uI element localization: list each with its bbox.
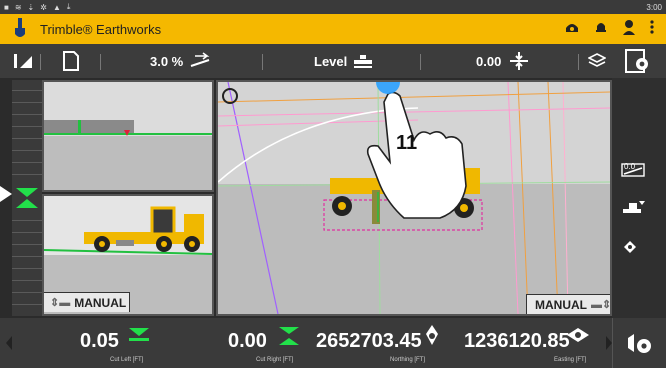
machine-icon[interactable] [564, 20, 580, 39]
back-view-panel[interactable] [42, 80, 214, 192]
layers-button[interactable] [588, 44, 606, 78]
notification-bell-icon[interactable] [594, 20, 608, 39]
slope-zero-value: 0.0 [624, 162, 636, 171]
wifi-icon: ≋ [14, 2, 22, 12]
more-menu-icon[interactable] [650, 19, 654, 39]
elevation-offset-button[interactable] [616, 228, 652, 264]
side-shift-icon [14, 54, 32, 68]
easting-value: 1236120.85 [464, 330, 570, 352]
operator-icon[interactable] [622, 19, 636, 40]
northing-readout: 2652703.45 Northing [FT] [312, 318, 448, 368]
gear-icon: ✲ [40, 2, 47, 12]
blade-icon [623, 201, 645, 213]
cross-slope-value: 3.0 % [150, 53, 184, 69]
side-view-panel[interactable]: ⇕▬ MANUAL [42, 194, 214, 316]
cut-left-indicator-icon [129, 328, 149, 341]
android-status-bar: ■ ≋ ⇣ ✲ ▲ ⤓ 3:00 [0, 0, 666, 14]
blade-offset-button[interactable] [616, 190, 652, 226]
level-label: Level [314, 53, 348, 69]
vertical-offset-control[interactable]: 0.00 [476, 44, 529, 78]
cut-right-readout: 0.00 Cut Right [FT] [220, 318, 320, 368]
back-view-scene [44, 120, 212, 136]
toolbar: 3.0 % Level 0.00 [0, 44, 666, 78]
warning-icon: ▲ [52, 2, 61, 12]
square-icon: ■ [4, 2, 9, 12]
northing-value: 2652703.45 [316, 330, 422, 352]
left-pointer-icon [0, 186, 12, 202]
refresh-view-icon[interactable] [222, 86, 242, 106]
app-title: Trimble® Earthworks [40, 21, 162, 37]
northing-label: Northing [FT] [390, 357, 426, 363]
panel-settings-icon [625, 49, 648, 73]
app-root: { "status_bar": { "time": "3:00" }, "tit… [0, 0, 666, 368]
easting-compass-icon [567, 328, 589, 342]
settings-panel-button[interactable] [622, 44, 652, 78]
vertical-offset-value: 0.00 [476, 53, 502, 69]
right-manual-tab[interactable]: MANUAL ▬⇕ [526, 294, 612, 314]
machine-settings-icon [628, 334, 651, 353]
title-bar: Trimble® Earthworks [0, 14, 666, 44]
auto-slope-button[interactable]: 0.0 [616, 152, 652, 188]
on-grade-chevron-icon [16, 188, 38, 208]
cut-left-value: 0.05 [80, 330, 119, 352]
right-manual-label: MANUAL [535, 297, 587, 312]
cross-slope-control[interactable]: 3.0 % [150, 44, 213, 78]
left-manual-tab[interactable]: ⇕▬ MANUAL [44, 292, 130, 312]
offset-arrows-icon [510, 52, 529, 70]
right-sidebar: 0.0 [612, 78, 666, 318]
scroll-left-icon[interactable] [6, 336, 12, 350]
plan-view-scene [218, 82, 610, 314]
clock: 3:00 [646, 2, 662, 12]
machine-settings-button[interactable] [624, 328, 654, 363]
left-blade-icon: ⇕▬ [50, 297, 71, 309]
design-file-button[interactable] [62, 44, 80, 78]
tap-marker-number: 11 [396, 132, 418, 154]
right-blade-icon: ▬⇕ [591, 299, 612, 311]
easting-label: Easting [FT] [554, 357, 587, 363]
plan-view-panel[interactable]: 11 MANUAL ▬⇕ [216, 80, 612, 316]
left-manual-label: MANUAL [74, 295, 127, 310]
side-view-button[interactable] [12, 44, 34, 78]
shovel-icon: ⇣ [27, 2, 35, 12]
northing-compass-icon [426, 325, 438, 345]
bottom-divider [612, 318, 613, 368]
elevation-zero-icon [624, 241, 636, 253]
grade-indicator-ladder [12, 80, 42, 316]
trimble-shovel-logo-icon [0, 18, 40, 40]
cut-right-value: 0.00 [228, 330, 267, 352]
status-icons: ■ ≋ ⇣ ✲ ▲ ⤓ [4, 2, 70, 12]
on-grade-indicator-icon [279, 327, 299, 345]
easting-readout: 1236120.85 Easting [FT] [460, 318, 600, 368]
download-icon: ⤓ [66, 2, 71, 11]
level-icon [354, 55, 373, 68]
layers-icon [588, 53, 606, 67]
slope-icon [190, 52, 210, 67]
level-control[interactable]: Level [314, 44, 373, 78]
cut-left-label: Cut Left [FT] [110, 357, 144, 363]
cut-right-label: Cut Right [FT] [256, 357, 294, 363]
bottom-status-bar: 0.05 Cut Left [FT] 0.00 Cut Right [FT] 2… [0, 318, 666, 368]
cut-left-readout: 0.05 Cut Left [FT] [70, 318, 170, 368]
document-icon [63, 51, 79, 71]
